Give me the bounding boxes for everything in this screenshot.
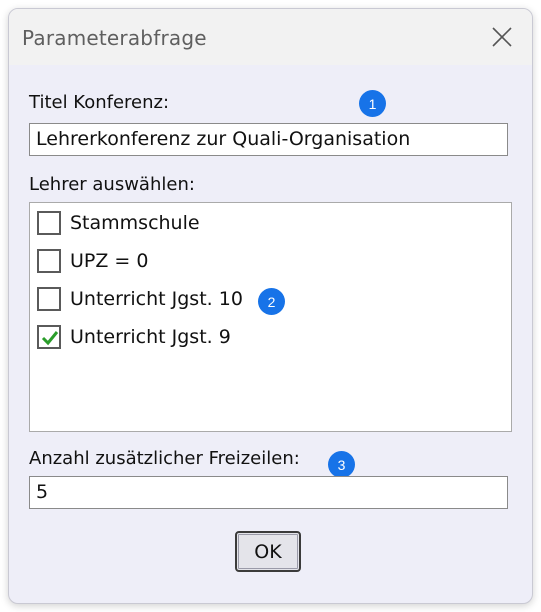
checkbox-row-stammschule[interactable]: Stammschule [37,209,200,237]
close-icon [486,21,518,53]
checkbox[interactable] [37,211,61,235]
checkbox[interactable] [37,287,61,311]
teacher-checklist[interactable]: Stammschule UPZ = 0 Unterricht Jgst. 10 … [29,202,512,432]
checkbox-row-upz[interactable]: UPZ = 0 [37,247,148,275]
annotation-badge-3: 3 [328,451,355,478]
checkbox-checked[interactable] [37,325,61,349]
checkbox-label: Unterricht Jgst. 9 [70,326,231,348]
close-button[interactable] [486,21,518,53]
checkbox-row-jgst9[interactable]: Unterricht Jgst. 9 [37,323,231,351]
checkbox-label: Unterricht Jgst. 10 [70,288,243,310]
annotation-badge-1: 1 [359,90,386,117]
conference-title-input[interactable]: Lehrerkonferenz zur Quali-Organisation [29,123,508,156]
checkbox-label: UPZ = 0 [70,250,149,272]
checkbox-label: Stammschule [70,212,200,234]
parameter-dialog: Parameterabfrage Titel Konferenz: 1 Lehr… [8,8,533,604]
annotation-badge-2: 2 [258,288,285,315]
checkbox-row-jgst10[interactable]: Unterricht Jgst. 10 [37,285,243,313]
teachers-label: Lehrer auswählen: [29,174,195,195]
ok-button[interactable]: OK [235,531,301,572]
title-bar: Parameterabfrage [9,9,532,65]
extra-rows-label: Anzahl zusätzlicher Freizeilen: [29,448,300,469]
checkmark-icon [41,331,59,346]
extra-rows-input[interactable]: 5 [29,476,508,509]
checkbox[interactable] [37,249,61,273]
title-field-label: Titel Konferenz: [29,92,170,113]
window-title: Parameterabfrage [22,26,207,50]
